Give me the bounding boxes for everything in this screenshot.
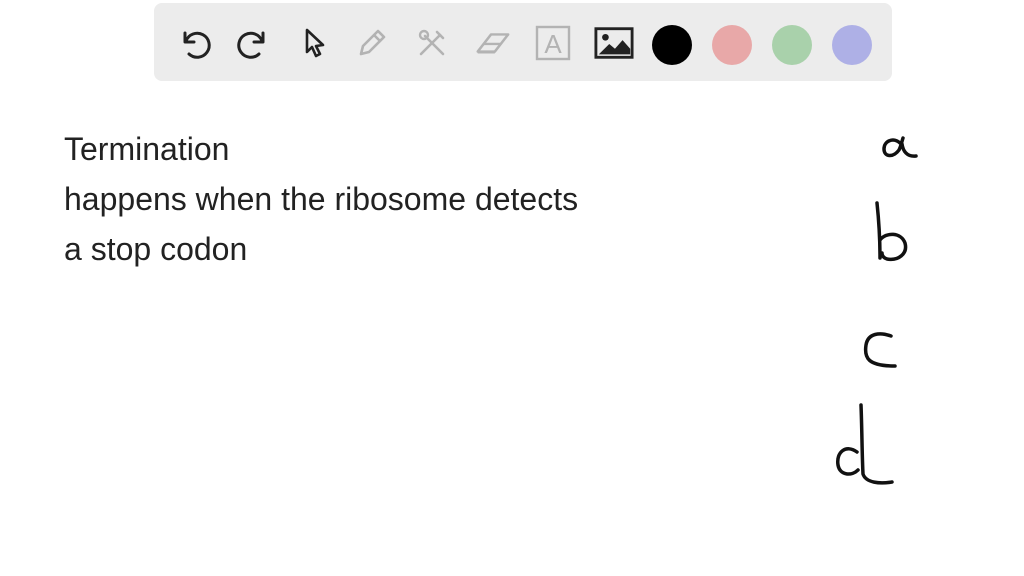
undo-button[interactable] (174, 23, 214, 63)
color-swatch-pink[interactable] (712, 25, 752, 65)
select-button[interactable] (294, 23, 334, 63)
color-swatch-black[interactable] (652, 25, 692, 65)
whiteboard-canvas[interactable]: A Termination happens when the ribosome … (0, 0, 1024, 576)
note-line: Termination (64, 131, 230, 167)
pen-button[interactable] (352, 23, 392, 63)
eraser-button[interactable] (472, 23, 512, 63)
redo-button[interactable] (234, 23, 274, 63)
color-swatch-green[interactable] (772, 25, 812, 65)
handwritten-letter-b (875, 201, 908, 262)
handwritten-letter-d (836, 403, 894, 485)
handwritten-letters (836, 136, 918, 485)
text-button[interactable]: A (533, 23, 573, 63)
drawing-toolbar: A (154, 3, 892, 81)
eraser-icon (476, 33, 510, 54)
typed-note: Termination happens when the ribosome de… (64, 124, 578, 274)
pencil-icon (359, 29, 386, 56)
image-button[interactable] (594, 23, 634, 63)
note-line: happens when the ribosome detects (64, 181, 579, 217)
handwritten-letter-a (882, 136, 918, 158)
tools-icon (418, 29, 445, 56)
redo-icon (237, 31, 265, 59)
tools-button[interactable] (412, 23, 452, 63)
handwritten-letter-c (863, 332, 897, 368)
note-line: a stop codon (64, 231, 248, 267)
svg-text:A: A (544, 29, 562, 59)
pointer-icon (305, 28, 325, 58)
undo-icon (183, 31, 211, 59)
color-swatch-purple[interactable] (832, 25, 872, 65)
text-box-icon: A (535, 25, 571, 61)
image-icon (594, 27, 634, 59)
